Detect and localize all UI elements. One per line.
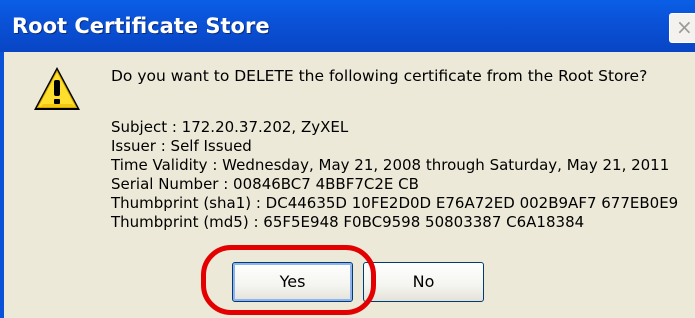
- close-button[interactable]: ×: [669, 13, 695, 43]
- yes-button[interactable]: Yes: [232, 262, 353, 302]
- thumbprint-md5-line: Thumbprint (md5) : 65F5E948 F0BC9598 508…: [111, 213, 585, 231]
- window-title: Root Certificate Store: [12, 14, 270, 38]
- title-bar[interactable]: Root Certificate Store ×: [0, 0, 695, 52]
- validity-line: Time Validity : Wednesday, May 21, 2008 …: [111, 156, 670, 174]
- issuer-line: Issuer : Self Issued: [111, 137, 252, 155]
- subject-line: Subject : 172.20.37.202, ZyXEL: [111, 118, 349, 136]
- dialog-window: Root Certificate Store × Do you want to …: [0, 0, 695, 318]
- thumbprint-sha1-line: Thumbprint (sha1) : DC44635D 10FE2D0D E7…: [111, 194, 679, 212]
- certificate-details: Subject : 172.20.37.202, ZyXEL Issuer : …: [111, 118, 678, 232]
- warning-icon: [34, 67, 80, 110]
- close-icon: ×: [676, 15, 693, 39]
- no-button[interactable]: No: [363, 262, 484, 302]
- serial-number-line: Serial Number : 00846BC7 4BBF7C2E CB: [111, 175, 419, 193]
- confirm-message: Do you want to DELETE the following cert…: [111, 67, 648, 85]
